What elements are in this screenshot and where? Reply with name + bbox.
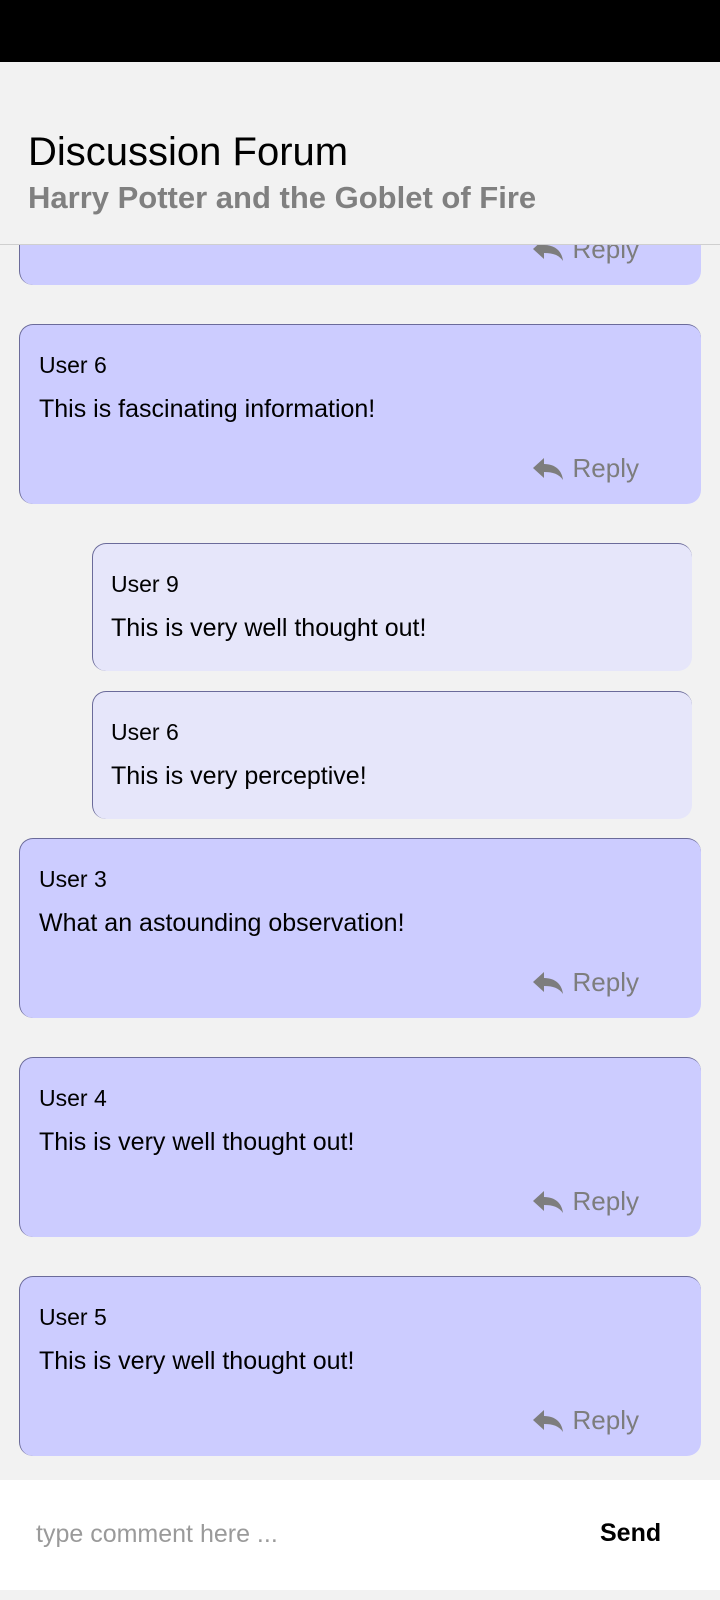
navigation-bar	[0, 1590, 720, 1600]
reply-icon	[532, 971, 563, 994]
reply-label: Reply	[572, 1186, 639, 1216]
reply-card: User 6 This is very perceptive!	[92, 691, 692, 819]
reply-icon	[532, 457, 563, 480]
reply-label: Reply	[572, 1405, 639, 1435]
reply-button[interactable]: Reply	[531, 967, 639, 998]
comment-list[interactable]: Reply User 6 This is fascinating informa…	[0, 245, 720, 1480]
comment-author: User 6	[111, 719, 179, 745]
reply-card: User 9 This is very well thought out!	[92, 543, 692, 671]
comment-card: User 6 This is fascinating information! …	[19, 324, 701, 504]
comment-author: User 6	[39, 352, 107, 378]
reply-label: Reply	[572, 967, 639, 997]
page-header: Discussion Forum Harry Potter and the Go…	[0, 62, 720, 245]
comment-author: User 3	[39, 866, 107, 892]
comment-author: User 9	[111, 571, 179, 597]
comment-author: User 4	[39, 1085, 107, 1111]
comment-composer: Send	[0, 1480, 720, 1590]
comment-text: This is very well thought out!	[111, 614, 427, 642]
comment-text: This is very perceptive!	[111, 762, 367, 790]
reply-icon	[532, 1409, 563, 1432]
comment-card: User 4 This is very well thought out! Re…	[19, 1057, 701, 1237]
comment-card: User 5 This is very well thought out! Re…	[19, 1276, 701, 1456]
reply-label: Reply	[572, 453, 639, 483]
comment-card: User 3 What an astounding observation! R…	[19, 838, 701, 1018]
reply-button[interactable]: Reply	[531, 245, 639, 265]
comment-input[interactable]	[36, 1512, 556, 1556]
comment-author: User 5	[39, 1304, 107, 1330]
comment-text: This is very well thought out!	[39, 1128, 355, 1156]
reply-button[interactable]: Reply	[531, 453, 639, 484]
comment-card: Reply	[19, 245, 701, 285]
reply-icon	[532, 1190, 563, 1213]
comment-text: This is fascinating information!	[39, 395, 376, 423]
comment-text: This is very well thought out!	[39, 1347, 355, 1375]
reply-icon	[532, 245, 563, 261]
reply-label: Reply	[572, 245, 639, 264]
send-button[interactable]: Send	[600, 1508, 700, 1558]
status-bar	[0, 0, 720, 62]
comment-text: What an astounding observation!	[39, 909, 405, 937]
reply-button[interactable]: Reply	[531, 1405, 639, 1436]
page-subtitle: Harry Potter and the Goblet of Fire	[28, 180, 537, 215]
page-title: Discussion Forum	[28, 130, 349, 174]
reply-button[interactable]: Reply	[531, 1186, 639, 1217]
